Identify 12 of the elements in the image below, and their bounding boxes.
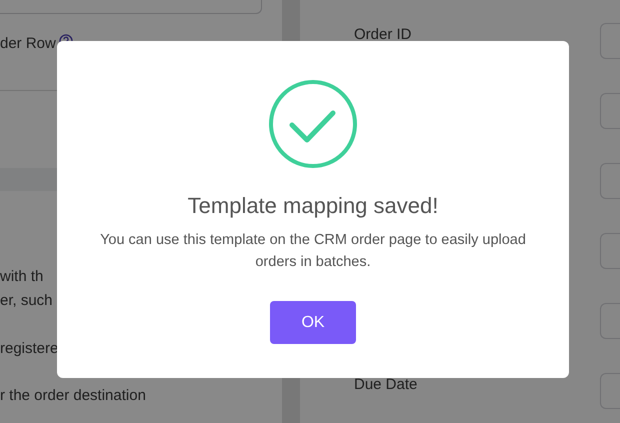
input-field[interactable] [0,0,262,14]
dialog-title: Template mapping saved! [188,193,438,219]
help-text: registere [0,339,60,359]
help-text: r the order destination [0,386,147,406]
dialog-message: You can use this template on the CRM order page to easily upload orders in batches. [99,231,527,272]
help-text: er, such [0,291,54,311]
field-label: Due Date [354,375,418,395]
ok-button[interactable]: OK [270,301,356,344]
field-label: der Row [0,34,56,52]
help-text: with th [0,267,44,287]
field-label: Order ID [354,25,412,45]
check-circle-icon [267,78,359,170]
